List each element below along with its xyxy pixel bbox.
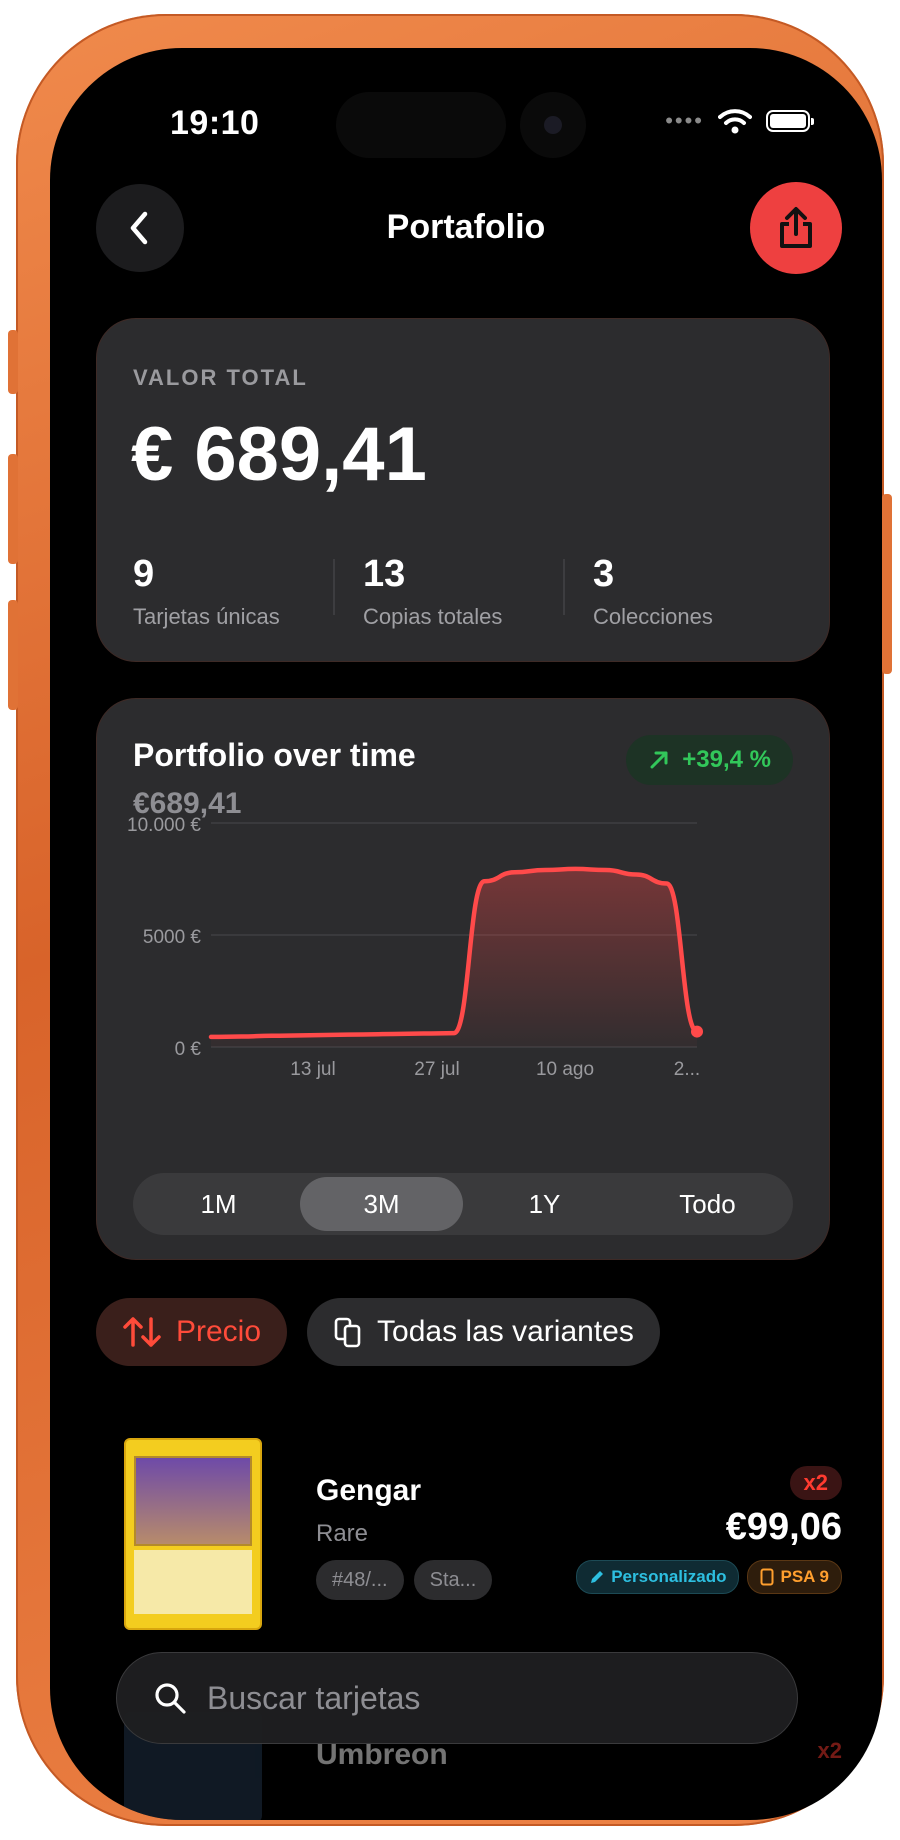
x-tick-label: 13 jul bbox=[290, 1059, 335, 1080]
tag-set: Sta... bbox=[413, 1560, 493, 1600]
series-area bbox=[211, 868, 697, 1047]
stat-collections: 3 Colecciones bbox=[563, 553, 793, 630]
screen: 19:10 •••• Portafolio VALOR TOTAL € 689,… bbox=[50, 48, 882, 1820]
range-3m[interactable]: 3M bbox=[300, 1177, 463, 1231]
stat-value: 9 bbox=[133, 553, 155, 595]
custom-badge: Personalizado bbox=[576, 1560, 740, 1594]
range-1y[interactable]: 1Y bbox=[463, 1177, 626, 1231]
share-icon bbox=[780, 207, 812, 248]
stat-value: 3 bbox=[593, 553, 615, 595]
range-1m[interactable]: 1M bbox=[137, 1177, 300, 1231]
stat-total-copies: 13 Copias totales bbox=[333, 553, 563, 630]
stat-value: 13 bbox=[363, 553, 406, 595]
tag-number: #48/... bbox=[316, 1560, 404, 1600]
list-item-gengar[interactable]: Gengar Rare #48/... Sta... x2 €99,06 Per… bbox=[96, 1438, 842, 1638]
change-percent: +39,4 % bbox=[682, 746, 771, 773]
sort-price-button[interactable]: Precio bbox=[96, 1298, 288, 1366]
portfolio-chart-card: 10.000 €5000 €0 €13 jul 27 jul 10 ago 2... … bbox=[96, 698, 830, 1260]
graded-slab-icon bbox=[760, 1568, 774, 1586]
phone-frame: 19:10 •••• Portafolio VALOR TOTAL € 689,… bbox=[8, 14, 892, 1826]
custom-badge-label: Personalizado bbox=[611, 1567, 727, 1586]
stat-label: Copias totales bbox=[363, 604, 503, 629]
status-icons: •••• bbox=[665, 108, 814, 134]
item-tags: #48/... Sta... bbox=[316, 1560, 493, 1600]
range-selector: 1M 3M 1Y Todo bbox=[133, 1173, 793, 1235]
stat-label: Tarjetas únicas bbox=[133, 604, 280, 629]
cellular-signal-icon: •••• bbox=[665, 108, 704, 133]
card-text-box bbox=[134, 1550, 252, 1614]
chart-current-value: €689,41 bbox=[133, 787, 242, 820]
action-button bbox=[8, 330, 18, 394]
item-price: €99,06 bbox=[725, 1506, 842, 1548]
item-rarity: Rare bbox=[316, 1520, 369, 1547]
pencil-icon bbox=[591, 1571, 604, 1583]
x-tick-label: 27 jul bbox=[414, 1059, 459, 1080]
search-icon bbox=[155, 1683, 186, 1714]
item-badges: Personalizado PSA 9 bbox=[576, 1560, 842, 1594]
arrow-up-right-icon bbox=[650, 751, 668, 769]
sort-arrows-icon bbox=[123, 1317, 161, 1347]
battery-icon bbox=[766, 110, 814, 132]
front-camera bbox=[520, 92, 586, 158]
stats-row: 9 Tarjetas únicas 13 Copias totales 3 Co… bbox=[133, 553, 793, 630]
change-badge: +39,4 % bbox=[626, 735, 793, 785]
chart-title: Portfolio over time bbox=[133, 737, 416, 773]
copies-icon bbox=[334, 1317, 361, 1348]
volume-down-button bbox=[8, 600, 18, 710]
quantity-badge: x2 bbox=[789, 1466, 842, 1500]
search-bar[interactable] bbox=[116, 1652, 798, 1744]
dynamic-island bbox=[336, 92, 506, 158]
card-artwork bbox=[134, 1456, 252, 1546]
volume-up-button bbox=[8, 454, 18, 564]
stat-label: Colecciones bbox=[593, 604, 713, 629]
sort-label: Precio bbox=[176, 1315, 262, 1348]
data-point bbox=[691, 1025, 703, 1038]
variants-label: Todas las variantes bbox=[377, 1315, 634, 1348]
wifi-icon bbox=[718, 109, 752, 134]
filter-chips: Precio Todas las variantes bbox=[96, 1298, 660, 1366]
share-button[interactable] bbox=[750, 182, 842, 274]
x-tick-label: 10 ago bbox=[536, 1059, 594, 1080]
total-value-amount: € 689,41 bbox=[131, 412, 427, 497]
quantity-badge: x2 bbox=[817, 1738, 842, 1763]
y-tick-label: 5000 € bbox=[143, 927, 202, 948]
x-tick-label: 2... bbox=[674, 1059, 700, 1080]
power-button bbox=[882, 494, 892, 674]
y-tick-label: 0 € bbox=[175, 1039, 202, 1060]
search-input[interactable] bbox=[205, 1678, 709, 1718]
stat-unique-cards: 9 Tarjetas únicas bbox=[133, 553, 333, 630]
item-name: Gengar bbox=[316, 1474, 422, 1507]
grade-badge: PSA 9 bbox=[747, 1560, 842, 1594]
card-thumbnail bbox=[124, 1438, 262, 1630]
grade-badge-label: PSA 9 bbox=[780, 1567, 829, 1586]
total-value-card: VALOR TOTAL € 689,41 9 Tarjetas únicas 1… bbox=[96, 318, 830, 662]
total-value-label: VALOR TOTAL bbox=[133, 365, 308, 390]
range-all[interactable]: Todo bbox=[626, 1177, 789, 1231]
variants-filter-button[interactable]: Todas las variantes bbox=[307, 1298, 660, 1366]
status-time: 19:10 bbox=[170, 104, 260, 142]
